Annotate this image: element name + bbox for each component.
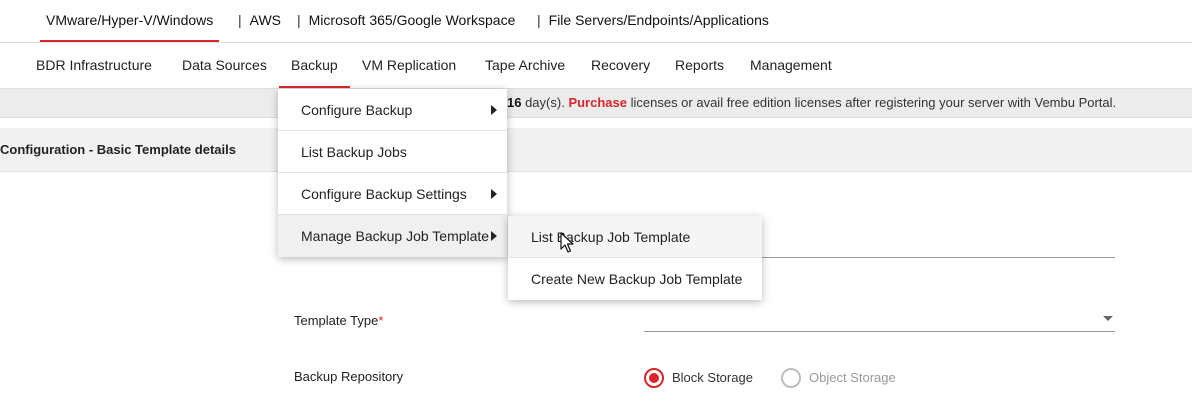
section-title: Configuration - Basic Template details [0,142,236,157]
submenu-item-list-backup-job-template[interactable]: List Backup Job Template [508,216,762,258]
purchase-link[interactable]: Purchase [568,95,627,110]
banner-message: licenses or avail free edition licenses … [626,95,1117,110]
nav-recovery[interactable]: Recovery [591,43,650,88]
menu-item-configure-backup-settings[interactable]: Configure Backup Settings [278,173,507,215]
block-storage-label[interactable]: Block Storage [672,370,753,385]
template-submenu: List Backup Job Template Create New Back… [508,216,762,300]
chevron-down-icon [1103,316,1113,321]
platform-tab-label: File Servers/Endpoints/Applications [548,12,769,28]
menu-item-label: Manage Backup Job Template [301,228,490,244]
main-nav: BDR Infrastructure Data Sources Backup V… [0,43,1192,88]
submenu-item-create-backup-job-template[interactable]: Create New Backup Job Template [508,258,762,300]
submenu-item-label: List Backup Job Template [531,229,691,245]
banner-days-suffix: day(s). [521,95,569,110]
platform-tab-label: Microsoft 365/Google Workspace [308,12,516,28]
menu-item-manage-backup-job-template[interactable]: Manage Backup Job Template [278,215,507,257]
license-banner: 16 day(s). Purchase licenses or avail fr… [0,88,1192,118]
backup-dropdown-menu: Configure Backup List Backup Jobs Config… [278,89,507,257]
nav-tape-archive[interactable]: Tape Archive [485,43,565,88]
object-storage-radio[interactable] [781,368,801,388]
platform-tab-microsoft365[interactable]: | Microsoft 365/Google Workspace [297,0,515,42]
nav-management[interactable]: Management [750,43,832,88]
platform-tab-file-servers[interactable]: | File Servers/Endpoints/Applications [537,0,769,42]
backup-repository-label: Backup Repository [294,369,404,384]
caret-right-icon [491,105,497,115]
nav-bdr-infrastructure[interactable]: BDR Infrastructure [36,43,152,88]
section-header: Configuration - Basic Template details [0,128,1192,172]
template-type-label: Template Type* [294,313,383,328]
block-storage-radio[interactable] [644,368,664,388]
platform-tab-bar: VMware/Hyper-V/Windows | AWS | Microsoft 3… [0,0,1192,43]
menu-item-configure-backup[interactable]: Configure Backup [278,89,507,131]
platform-tab-aws[interactable]: | AWS [238,0,281,42]
nav-vm-replication[interactable]: VM Replication [362,43,456,88]
platform-tab-label: VMware/Hyper-V/Windows [46,12,214,28]
menu-item-list-backup-jobs[interactable]: List Backup Jobs [278,131,507,173]
object-storage-label[interactable]: Object Storage [809,370,896,385]
template-type-select[interactable] [644,306,1115,332]
caret-right-icon [491,231,497,241]
submenu-item-label: Create New Backup Job Template [531,271,743,287]
tab-separator: | [537,12,541,28]
license-banner-text: 16 day(s). Purchase licenses or avail fr… [507,89,1116,117]
nav-backup[interactable]: Backup [279,43,350,88]
platform-tab-label: AWS [249,12,282,28]
nav-data-sources[interactable]: Data Sources [182,43,267,88]
caret-right-icon [491,189,497,199]
nav-reports[interactable]: Reports [675,43,724,88]
mouse-pointer-icon [560,232,574,253]
required-marker: * [378,313,384,328]
menu-item-label: Configure Backup Settings [301,186,467,202]
menu-item-label: List Backup Jobs [301,144,407,160]
trial-days-count: 16 [507,95,522,110]
template-type-label-text: Template Type [294,313,379,328]
tab-separator: | [297,12,301,28]
platform-tab-vmware[interactable]: VMware/Hyper-V/Windows [40,0,220,42]
menu-item-label: Configure Backup [301,102,413,118]
tab-separator: | [238,12,242,28]
